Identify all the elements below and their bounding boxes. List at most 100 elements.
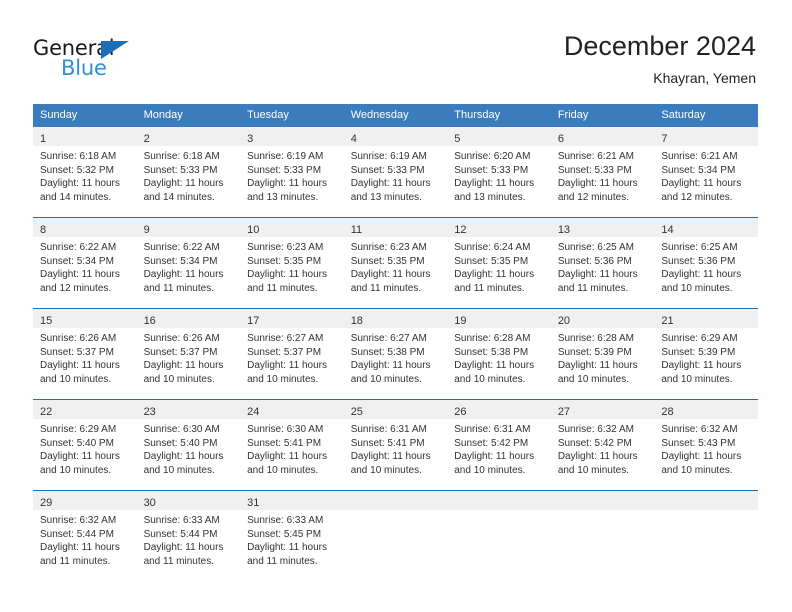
day-cell[interactable]: 3 Sunrise: 6:19 AM Sunset: 5:33 PM Daylight… <box>240 127 344 218</box>
daylight-text-line1: Daylight: 11 hours <box>143 360 224 371</box>
day-cell[interactable]: 10 Sunrise: 6:23 AM Sunset: 5:35 PM Dayligh… <box>240 217 344 309</box>
day-cell[interactable]: 24 Sunrise: 6:30 AM Sunset: 5:41 PM Dayligh… <box>240 399 344 491</box>
calendar-page: General Blue December 2024 Khayran, Yeme… <box>0 0 792 612</box>
daylight-text-line1: Daylight: 11 hours <box>557 360 638 371</box>
day-cell[interactable]: 11 Sunrise: 6:23 AM Sunset: 5:35 PM Dayligh… <box>343 217 448 309</box>
sunrise-text: Sunrise: 6:26 AM <box>40 333 117 344</box>
sunset-text: Sunset: 5:35 PM <box>247 255 322 267</box>
day-number: 30 <box>143 497 156 509</box>
day-cell[interactable]: 12 Sunrise: 6:24 AM Sunset: 5:35 PM Dayligh… <box>447 217 551 309</box>
sunset-text: Sunset: 5:36 PM <box>557 255 632 267</box>
sunset-text: Sunset: 5:37 PM <box>40 346 114 358</box>
sunrise-text: Sunrise: 6:33 AM <box>143 515 220 526</box>
sunrise-text: Sunrise: 6:29 AM <box>661 333 738 344</box>
daylight-text-line2: and 10 minutes. <box>350 464 422 476</box>
day-cell[interactable]: 4 Sunrise: 6:19 AM Sunset: 5:33 PM Daylight… <box>343 127 448 218</box>
day-number: 12 <box>454 224 467 236</box>
daylight-text-line1: Daylight: 11 hours <box>247 451 327 462</box>
daylight-text-line2: and 11 minutes. <box>143 282 214 294</box>
daylight-text-line2: and 10 minutes. <box>454 373 526 385</box>
location-subtitle: Khayran, Yemen <box>653 70 756 86</box>
day-cell-empty <box>343 490 448 581</box>
sunset-text: Sunset: 5:43 PM <box>661 437 736 449</box>
sunset-text: Sunset: 5:44 PM <box>143 528 218 540</box>
day-cell[interactable]: 13 Sunrise: 6:25 AM Sunset: 5:36 PM Dayligh… <box>550 217 655 309</box>
sunrise-text: Sunrise: 6:26 AM <box>143 333 220 344</box>
daylight-text-line1: Daylight: 11 hours <box>454 360 535 371</box>
day-cell[interactable]: 20 Sunrise: 6:28 AM Sunset: 5:39 PM Dayligh… <box>550 308 655 400</box>
daylight-text-line1: Daylight: 11 hours <box>557 269 638 280</box>
day-number: 13 <box>557 224 571 236</box>
day-cell[interactable]: 15 Sunrise: 6:26 AM Sunset: 5:37 PM Dayligh… <box>33 308 137 400</box>
sunrise-text: Sunrise: 6:23 AM <box>247 242 324 253</box>
sunset-text: Sunset: 5:34 PM <box>40 255 114 267</box>
sunrise-text: Sunrise: 6:30 AM <box>143 424 220 435</box>
sunset-text: Sunset: 5:42 PM <box>454 437 529 449</box>
sunset-text: Sunset: 5:37 PM <box>247 346 322 358</box>
day-number: 28 <box>661 406 674 418</box>
day-cell[interactable]: 31 Sunrise: 6:33 AM Sunset: 5:45 PM Dayligh… <box>240 490 344 581</box>
day-cell[interactable]: 2 Sunrise: 6:18 AM Sunset: 5:33 PM Daylight… <box>136 127 241 218</box>
day-cell[interactable]: 1 Sunrise: 6:18 AM Sunset: 5:32 PM Daylight… <box>33 127 137 218</box>
sunrise-text: Sunrise: 6:22 AM <box>143 242 220 253</box>
daylight-text-line2: and 10 minutes. <box>143 464 215 476</box>
day-cell[interactable]: 16 Sunrise: 6:26 AM Sunset: 5:37 PM Dayligh… <box>136 308 241 400</box>
sunrise-text: Sunrise: 6:22 AM <box>40 242 117 253</box>
daylight-text-line1: Daylight: 11 hours <box>247 178 327 189</box>
daylight-text-line1: Daylight: 11 hours <box>143 269 224 280</box>
week-row: 29 Sunrise: 6:32 AM Sunset: 5:44 PM Dayligh… <box>33 490 758 581</box>
day-cell[interactable]: 7 Sunrise: 6:21 AM Sunset: 5:34 PM Daylight… <box>654 127 758 218</box>
sunrise-text: Sunrise: 6:23 AM <box>350 242 427 253</box>
sunset-text: Sunset: 5:33 PM <box>247 164 322 176</box>
daylight-text-line2: and 13 minutes. <box>454 191 526 203</box>
day-cell[interactable]: 29 Sunrise: 6:32 AM Sunset: 5:44 PM Dayligh… <box>33 490 137 581</box>
day-cell[interactable]: 28 Sunrise: 6:32 AM Sunset: 5:43 PM Dayligh… <box>654 399 758 491</box>
day-cell[interactable]: 27 Sunrise: 6:32 AM Sunset: 5:42 PM Dayligh… <box>550 399 655 491</box>
day-number: 16 <box>143 315 156 327</box>
day-number: 4 <box>350 133 357 145</box>
day-number: 22 <box>40 406 53 418</box>
day-number: 11 <box>350 224 363 236</box>
daylight-text-line1: Daylight: 11 hours <box>247 360 327 371</box>
daylight-text-line1: Daylight: 11 hours <box>143 178 224 189</box>
day-cell[interactable]: 26 Sunrise: 6:31 AM Sunset: 5:42 PM Dayligh… <box>447 399 551 491</box>
sunset-text: Sunset: 5:33 PM <box>454 164 529 176</box>
sunset-text: Sunset: 5:38 PM <box>454 346 529 358</box>
day-cell[interactable]: 21 Sunrise: 6:29 AM Sunset: 5:39 PM Dayligh… <box>654 308 758 400</box>
calendar-table: Sunday Monday Tuesday Wednesday Thursday… <box>33 104 758 581</box>
day-cell[interactable]: 30 Sunrise: 6:33 AM Sunset: 5:44 PM Dayligh… <box>136 490 241 581</box>
day-cell[interactable]: 14 Sunrise: 6:25 AM Sunset: 5:36 PM Dayligh… <box>654 217 758 309</box>
sunrise-text: Sunrise: 6:21 AM <box>661 151 738 162</box>
daylight-text-line2: and 10 minutes. <box>661 282 733 294</box>
daylight-text-line2: and 11 minutes. <box>247 282 318 294</box>
day-cell[interactable]: 22 Sunrise: 6:29 AM Sunset: 5:40 PM Dayligh… <box>33 399 137 491</box>
day-number: 31 <box>247 497 260 509</box>
day-cell[interactable]: 9 Sunrise: 6:22 AM Sunset: 5:34 PM Daylight… <box>136 217 241 309</box>
daylight-text-line2: and 12 minutes. <box>40 282 112 294</box>
sunrise-text: Sunrise: 6:18 AM <box>143 151 220 162</box>
sunrise-text: Sunrise: 6:29 AM <box>40 424 117 435</box>
sunrise-text: Sunrise: 6:31 AM <box>350 424 427 435</box>
sunset-text: Sunset: 5:37 PM <box>143 346 218 358</box>
day-cell[interactable]: 19 Sunrise: 6:28 AM Sunset: 5:38 PM Dayligh… <box>447 308 551 400</box>
daylight-text-line2: and 12 minutes. <box>557 191 629 203</box>
day-number: 23 <box>143 406 156 418</box>
daylight-text-line1: Daylight: 11 hours <box>350 269 431 280</box>
day-cell[interactable]: 5 Sunrise: 6:20 AM Sunset: 5:33 PM Daylight… <box>447 127 551 218</box>
page-title: December 2024 <box>563 31 756 61</box>
sunset-text: Sunset: 5:41 PM <box>247 437 322 449</box>
sunset-text: Sunset: 5:41 PM <box>350 437 425 449</box>
day-cell[interactable]: 25 Sunrise: 6:31 AM Sunset: 5:41 PM Dayligh… <box>343 399 448 491</box>
day-cell[interactable]: 8 Sunrise: 6:22 AM Sunset: 5:34 PM Daylight… <box>33 217 137 309</box>
sunset-text: Sunset: 5:35 PM <box>454 255 529 267</box>
day-cell[interactable]: 17 Sunrise: 6:27 AM Sunset: 5:37 PM Dayligh… <box>240 308 344 400</box>
day-cell[interactable]: 6 Sunrise: 6:21 AM Sunset: 5:33 PM Daylight… <box>550 127 655 218</box>
day-cell[interactable]: 18 Sunrise: 6:27 AM Sunset: 5:38 PM Dayligh… <box>343 308 448 400</box>
sunset-text: Sunset: 5:39 PM <box>557 346 632 358</box>
day-number: 6 <box>557 133 564 145</box>
day-cell[interactable]: 23 Sunrise: 6:30 AM Sunset: 5:40 PM Dayligh… <box>136 399 241 491</box>
day-cell-empty <box>447 490 551 581</box>
daylight-text-line1: Daylight: 11 hours <box>557 451 638 462</box>
daylight-text-line2: and 12 minutes. <box>661 191 733 203</box>
daylight-text-line2: and 14 minutes. <box>40 191 112 203</box>
